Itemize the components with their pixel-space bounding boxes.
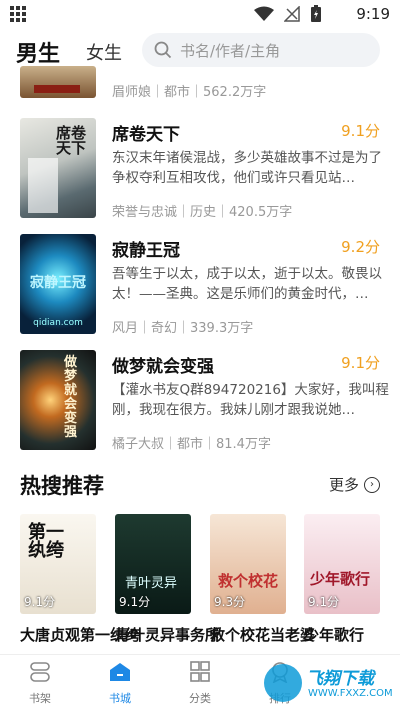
app-grid-icon <box>10 6 28 22</box>
hot-book-item[interactable]: 9.1分 少年歌行 <box>304 514 380 645</box>
book-description: 东汉末年诸侯混战，多少英雄故事不过是为了争权夺利互相攻伐，他们或许只看见站… <box>112 150 382 186</box>
chevron-right-icon: › <box>364 476 380 493</box>
battery-icon <box>311 5 321 22</box>
search-placeholder: 书名/作者/主角 <box>180 41 281 60</box>
book-score: 9.3分 <box>214 595 246 609</box>
list-item[interactable]: 做梦就会变强 9.1分 【灌水书友Q群894720216】大家好，我叫程刚，我现… <box>0 350 400 458</box>
book-cover: qidian.com <box>20 234 96 334</box>
nav-store[interactable]: 书城 <box>90 661 150 706</box>
system-icons <box>254 5 322 23</box>
book-meta: 眉师娘｜都市｜562.2万字 <box>112 85 267 100</box>
book-title: 少年歌行 <box>304 626 365 644</box>
list-item[interactable]: 席卷天下 9.1分 东汉末年诸侯混战，多少英雄故事不过是为了争权夺利互相攻伐，他… <box>0 118 400 226</box>
book-title: 青叶灵异事务所 <box>115 626 221 644</box>
hot-book-item[interactable]: 9.1分 大唐贞观第一纨绔 <box>20 514 141 645</box>
tab-male[interactable]: 男生 <box>16 36 60 68</box>
tab-female[interactable]: 女生 <box>86 39 122 65</box>
book-score: 9.2分 <box>341 238 380 256</box>
wifi-icon <box>254 6 274 21</box>
section-title: 热搜推荐 <box>20 474 104 498</box>
nav-category[interactable]: 分类 <box>170 661 230 706</box>
nav-bookshelf[interactable]: 书架 <box>10 661 70 706</box>
book-cover <box>20 66 96 98</box>
search-input[interactable]: 书名/作者/主角 <box>142 33 380 67</box>
watermark-logo-icon <box>264 664 302 702</box>
clock: 9:19 <box>356 5 390 23</box>
book-meta: 荣誉与忠诚｜历史｜420.5万字 <box>112 205 293 220</box>
book-score: 9.1分 <box>308 595 340 609</box>
book-meta: 风月｜奇幻｜339.3万字 <box>112 321 254 336</box>
bookshelf-icon <box>30 662 50 682</box>
book-description: 吾等生于以太，成于以太，逝于以太。敬畏以太！——圣典。这是乐师们的黄金时代，… <box>112 266 382 302</box>
book-title: 席卷天下 <box>112 125 180 145</box>
book-cover: 9.1分 <box>304 514 380 614</box>
store-icon <box>110 663 130 681</box>
book-title: 救个校花当老婆 <box>210 626 316 644</box>
book-cover <box>20 118 96 218</box>
watermark: 飞翔下载 WWW.FXXZ.COM <box>260 660 400 710</box>
book-title: 大唐贞观第一纨绔 <box>20 626 141 644</box>
book-meta: 橘子大叔｜都市｜81.4万字 <box>112 437 271 452</box>
nav-label: 书城 <box>109 692 131 705</box>
book-score: 9.1分 <box>119 595 151 609</box>
book-cover: 9.3分 <box>210 514 286 614</box>
hot-books: 9.1分 大唐贞观第一纨绔 9.1分 青叶灵异事务所 9.3分 救个校花当老婆 … <box>0 514 400 654</box>
list-item[interactable]: qidian.com 寂静王冠 9.2分 吾等生于以太，成于以太，逝于以太。敬畏… <box>0 234 400 342</box>
search-icon <box>154 41 172 59</box>
book-score: 9.1分 <box>341 354 380 372</box>
signal-off-icon <box>284 6 300 22</box>
nav-label: 书架 <box>29 692 51 705</box>
more-button[interactable]: 更多 › <box>329 474 380 495</box>
book-score: 9.1分 <box>341 122 380 140</box>
hot-section-header: 热搜推荐 更多 › <box>0 462 400 506</box>
status-bar: 9:19 <box>0 0 400 28</box>
hot-book-item[interactable]: 9.1分 青叶灵异事务所 <box>115 514 221 645</box>
book-description: 【灌水书友Q群894720216】大家好，我叫程刚，我现在很方。我妹儿刚才跟我说… <box>112 382 389 418</box>
cover-site-text: qidian.com <box>33 318 83 328</box>
book-cover <box>20 350 96 450</box>
more-label: 更多 <box>328 476 359 494</box>
book-title: 寂静王冠 <box>112 241 180 261</box>
watermark-url: WWW.FXXZ.COM <box>308 688 393 699</box>
book-score: 9.1分 <box>24 595 56 609</box>
hot-book-item[interactable]: 9.3分 救个校花当老婆 <box>210 514 316 645</box>
watermark-title: 飞翔下载 <box>306 669 374 689</box>
category-icon <box>190 661 210 682</box>
book-cover: 9.1分 <box>20 514 96 614</box>
nav-label: 分类 <box>189 692 211 705</box>
list-item[interactable]: 眉师娘｜都市｜562.2万字 <box>0 66 400 106</box>
book-cover: 9.1分 <box>115 514 191 614</box>
book-title: 做梦就会变强 <box>112 357 214 377</box>
